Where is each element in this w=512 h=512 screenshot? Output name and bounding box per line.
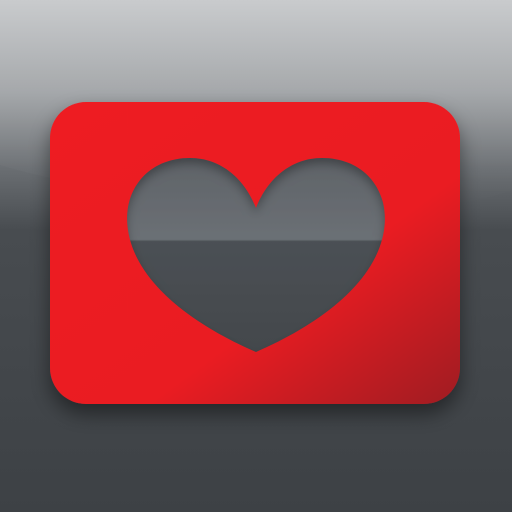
app-icon-canvas [0, 0, 512, 512]
heart-card-icon [0, 0, 512, 512]
